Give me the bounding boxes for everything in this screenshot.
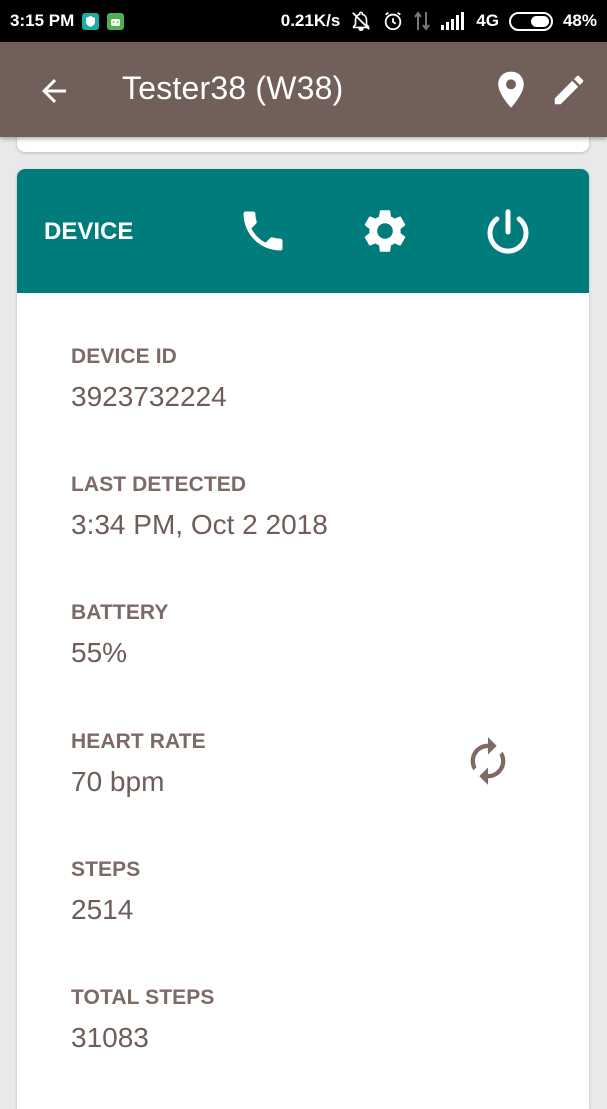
data-arrows-icon xyxy=(414,10,431,32)
field-value: 3923732224 xyxy=(71,381,227,412)
app-bar: Tester38 (W38) xyxy=(0,42,607,137)
notifications-off-icon xyxy=(350,10,372,32)
field-label: BATTERY xyxy=(71,601,169,624)
back-button[interactable] xyxy=(36,73,72,109)
power-button[interactable] xyxy=(481,205,535,259)
network-speed: 0.21K/s xyxy=(280,11,341,30)
field-label: LAST DETECTED xyxy=(71,473,247,496)
page-title: Tester38 (W38) xyxy=(122,70,344,106)
status-bar: 3:15 PM 0.21K/s 4G 48% xyxy=(0,0,607,42)
field-label: HEART RATE xyxy=(71,730,206,753)
network-type: 4G xyxy=(476,11,499,30)
phone-icon xyxy=(243,211,283,251)
field-total-steps: TOTAL STEPS 31083 xyxy=(71,986,214,1054)
field-value: 31083 xyxy=(71,1022,149,1053)
power-icon xyxy=(487,209,529,254)
gear-icon xyxy=(364,210,406,252)
signal-icon xyxy=(440,11,466,31)
field-label: DEVICE ID xyxy=(71,345,177,368)
battery-percent: 48% xyxy=(562,11,597,30)
field-device-id: DEVICE ID 3923732224 xyxy=(71,345,227,413)
android-app-icon xyxy=(107,12,125,30)
field-value: 3:34 PM, Oct 2 2018 xyxy=(71,509,328,540)
battery-icon xyxy=(508,11,553,31)
field-value: 2514 xyxy=(71,894,134,925)
alarm-icon xyxy=(382,10,404,32)
edit-pencil-icon xyxy=(554,75,584,105)
refresh-heart-rate-button[interactable] xyxy=(462,735,514,787)
field-steps: STEPS 2514 xyxy=(71,858,140,926)
field-battery: BATTERY 55% xyxy=(71,601,169,669)
call-button[interactable] xyxy=(237,205,289,257)
device-card-title: DEVICE xyxy=(44,218,134,245)
settings-button[interactable] xyxy=(359,205,411,257)
field-last-detected: LAST DETECTED 3:34 PM, Oct 2 2018 xyxy=(71,473,328,541)
refresh-icon xyxy=(470,737,506,785)
location-pin-icon xyxy=(498,71,524,108)
status-time: 3:15 PM xyxy=(10,11,75,30)
field-label: TOTAL STEPS xyxy=(71,986,215,1009)
device-card-header: DEVICE xyxy=(17,169,589,293)
field-heart-rate: HEART RATE 70 bpm xyxy=(71,730,206,798)
field-value: 55% xyxy=(71,637,128,668)
shield-app-icon xyxy=(82,12,100,30)
field-value: 70 bpm xyxy=(71,766,165,797)
back-arrow-icon xyxy=(42,79,66,103)
device-card: DEVICE DEVICE ID 3923732224 LAST DETECTE… xyxy=(17,169,589,1109)
location-button[interactable] xyxy=(494,70,528,110)
edit-button[interactable] xyxy=(550,71,588,109)
field-label: STEPS xyxy=(71,858,141,881)
